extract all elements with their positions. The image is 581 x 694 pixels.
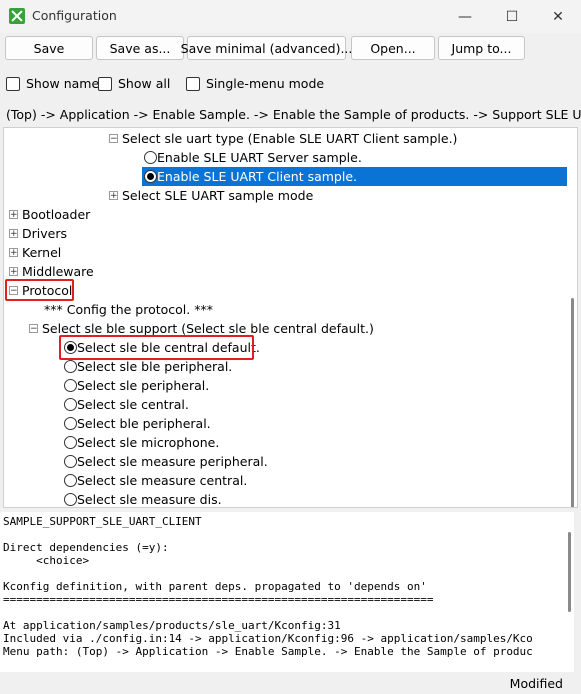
radio-label: Enable SLE UART Server sample. bbox=[157, 150, 362, 165]
info-deps-value: <choice> bbox=[3, 554, 90, 567]
radio-label: Enable SLE UART Client sample. bbox=[157, 169, 357, 184]
info-text: SAMPLE_SUPPORT_SLE_UART_CLIENT Direct de… bbox=[0, 512, 574, 661]
info-panel: SAMPLE_SUPPORT_SLE_UART_CLIENT Direct de… bbox=[0, 512, 574, 672]
tree-item-label: Kernel bbox=[22, 245, 62, 260]
radio-label: Select sle microphone. bbox=[77, 435, 220, 450]
radio-label: Select sle central. bbox=[77, 397, 189, 412]
info-scrollbar-thumb[interactable] bbox=[568, 532, 571, 612]
info-menu-path: Menu path: (Top) -> Application -> Enabl… bbox=[3, 645, 533, 658]
save-as-button[interactable]: Save as... bbox=[96, 36, 184, 60]
tree-scrollbar[interactable] bbox=[567, 128, 577, 507]
show-all-label: Show all bbox=[118, 76, 171, 91]
highlight-box-protocol bbox=[5, 279, 74, 301]
window-title: Configuration bbox=[32, 8, 117, 23]
app-icon bbox=[9, 8, 25, 24]
info-at-line: At application/samples/products/sle_uart… bbox=[3, 619, 341, 632]
radio-off-icon[interactable] bbox=[64, 436, 77, 449]
radio-off-icon[interactable] bbox=[64, 379, 77, 392]
radio-on-icon[interactable] bbox=[144, 170, 157, 183]
show-name-checkbox[interactable]: Show name bbox=[6, 76, 99, 91]
expand-icon[interactable]: + bbox=[109, 191, 118, 201]
radio-sle-measure-central[interactable]: Select sle measure central. bbox=[64, 471, 247, 490]
tree-item-uart-mode[interactable]: + Select SLE UART sample mode bbox=[109, 186, 313, 205]
menu-tree[interactable]: − Select sle uart type (Enable SLE UART C… bbox=[3, 127, 578, 508]
show-all-checkbox[interactable]: Show all bbox=[98, 76, 170, 91]
tree-item-label: Select SLE UART sample mode bbox=[122, 188, 314, 203]
expand-icon[interactable]: + bbox=[9, 210, 18, 220]
maximize-button[interactable]: ☐ bbox=[489, 0, 535, 33]
checkbox-box[interactable] bbox=[98, 76, 112, 91]
minimize-button[interactable]: — bbox=[442, 0, 488, 33]
radio-off-icon[interactable] bbox=[64, 474, 77, 487]
close-button[interactable]: ✕ bbox=[535, 0, 581, 33]
tree-item-drivers[interactable]: + Drivers bbox=[9, 224, 67, 243]
menu-path-bar: (Top) -> Application -> Enable Sample. -… bbox=[6, 107, 581, 122]
status-text: Modified bbox=[509, 676, 563, 691]
collapse-icon[interactable]: − bbox=[29, 324, 38, 334]
scrollbar-thumb[interactable] bbox=[571, 298, 574, 507]
radio-off-icon[interactable] bbox=[64, 360, 77, 373]
radio-sle-microphone[interactable]: Select sle microphone. bbox=[64, 433, 219, 452]
title-bar: Configuration — ☐ ✕ bbox=[0, 0, 581, 33]
tree-item-label: Select sle uart type (Enable SLE UART Cl… bbox=[122, 131, 458, 146]
tree-item-select-uart-type[interactable]: − Select sle uart type (Enable SLE UART C… bbox=[109, 129, 457, 148]
radio-sle-central[interactable]: Select sle central. bbox=[64, 395, 189, 414]
tree-item-label: Bootloader bbox=[22, 207, 91, 222]
expand-icon[interactable]: + bbox=[9, 248, 18, 258]
radio-off-icon[interactable] bbox=[144, 151, 157, 164]
info-included-via: Included via ./config.in:14 -> applicati… bbox=[3, 632, 533, 645]
radio-off-icon[interactable] bbox=[64, 417, 77, 430]
radio-label: Select sle ble peripheral. bbox=[77, 359, 233, 374]
radio-uart-client[interactable]: Enable SLE UART Client sample. bbox=[142, 167, 577, 186]
single-menu-label: Single-menu mode bbox=[206, 76, 325, 91]
radio-sle-measure-dis[interactable]: Select sle measure dis. bbox=[64, 490, 222, 507]
tree-item-bootloader[interactable]: + Bootloader bbox=[9, 205, 90, 224]
radio-off-icon[interactable] bbox=[64, 398, 77, 411]
show-name-label: Show name bbox=[26, 76, 100, 91]
open-button[interactable]: Open... bbox=[351, 36, 435, 60]
radio-label: Select sle peripheral. bbox=[77, 378, 210, 393]
radio-uart-server[interactable]: Enable SLE UART Server sample. bbox=[144, 148, 362, 167]
info-separator: ========================================… bbox=[3, 593, 434, 606]
tree-item-kernel[interactable]: + Kernel bbox=[9, 243, 61, 262]
radio-off-icon[interactable] bbox=[64, 493, 77, 506]
radio-label: Select sle measure peripheral. bbox=[77, 454, 268, 469]
single-menu-checkbox[interactable]: Single-menu mode bbox=[186, 76, 324, 91]
jump-to-button[interactable]: Jump to... bbox=[438, 36, 525, 60]
radio-label: Select ble peripheral. bbox=[77, 416, 211, 431]
radio-sle-measure-peripheral[interactable]: Select sle measure peripheral. bbox=[64, 452, 268, 471]
checkbox-box[interactable] bbox=[6, 76, 20, 91]
tree-item-label: Drivers bbox=[22, 226, 67, 241]
tree-item-label: Select sle ble support (Select sle ble c… bbox=[42, 321, 374, 336]
info-deps-title: Direct dependencies (=y): bbox=[3, 541, 169, 554]
info-kconfig-def: Kconfig definition, with parent deps. pr… bbox=[3, 580, 427, 593]
radio-label: Select sle measure central. bbox=[77, 473, 248, 488]
expand-icon[interactable]: + bbox=[9, 229, 18, 239]
tree-item-label: Middleware bbox=[22, 264, 94, 279]
save-button[interactable]: Save bbox=[5, 36, 93, 60]
radio-sle-peripheral[interactable]: Select sle peripheral. bbox=[64, 376, 209, 395]
save-minimal-button[interactable]: Save minimal (advanced)... bbox=[181, 36, 352, 60]
radio-off-icon[interactable] bbox=[64, 455, 77, 468]
radio-label: Select sle measure dis. bbox=[77, 492, 222, 507]
radio-ble-peripheral-only[interactable]: Select ble peripheral. bbox=[64, 414, 211, 433]
expand-icon[interactable]: + bbox=[9, 267, 18, 277]
radio-ble-peripheral[interactable]: Select sle ble peripheral. bbox=[64, 357, 232, 376]
checkbox-box[interactable] bbox=[186, 76, 200, 91]
info-symbol: SAMPLE_SUPPORT_SLE_UART_CLIENT bbox=[3, 515, 202, 528]
tree-item-config-comment: *** Config the protocol. *** bbox=[44, 302, 213, 317]
collapse-icon[interactable]: − bbox=[109, 134, 118, 144]
info-scrollbar[interactable] bbox=[564, 512, 574, 672]
